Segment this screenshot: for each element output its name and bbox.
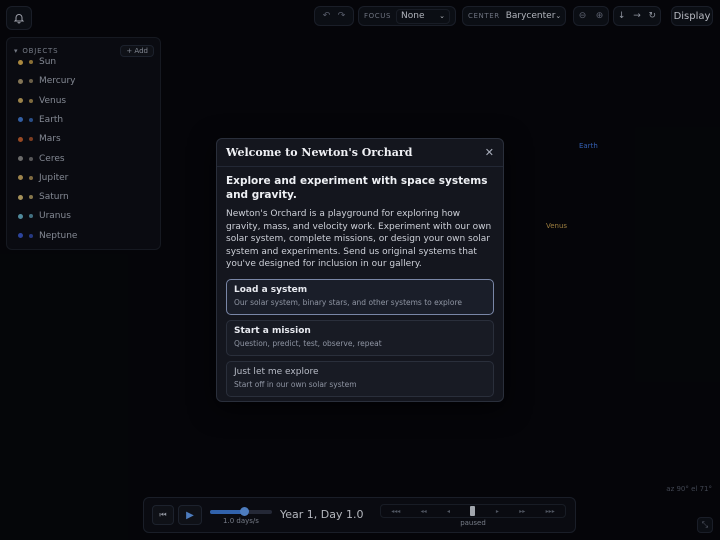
option-subtitle: Question, predict, test, observe, repeat	[234, 338, 382, 348]
dialog-heading: Explore and experiment with space system…	[226, 175, 488, 201]
load-system-option[interactable]: Load a system Our solar system, binary s…	[226, 278, 494, 315]
option-subtitle: Our solar system, binary stars, and othe…	[234, 297, 463, 307]
start-mission-option[interactable]: Start a mission Question, predict, test,…	[226, 319, 494, 356]
dialog-description: Newton's Orchard is a playground for exp…	[226, 209, 492, 269]
explore-option[interactable]: Just let me explore Start off in our own…	[226, 360, 494, 397]
option-subtitle: Start off in our own solar system	[234, 379, 357, 389]
option-title: Start a mission	[234, 325, 311, 336]
option-title: Just let me explore	[234, 366, 319, 377]
option-title: Load a system	[234, 284, 308, 295]
welcome-dialog: Welcome to Newton's Orchard ✕ Explore an…	[216, 138, 504, 402]
dialog-title: Welcome to Newton's Orchard	[226, 146, 413, 159]
close-icon[interactable]: ✕	[485, 146, 494, 159]
